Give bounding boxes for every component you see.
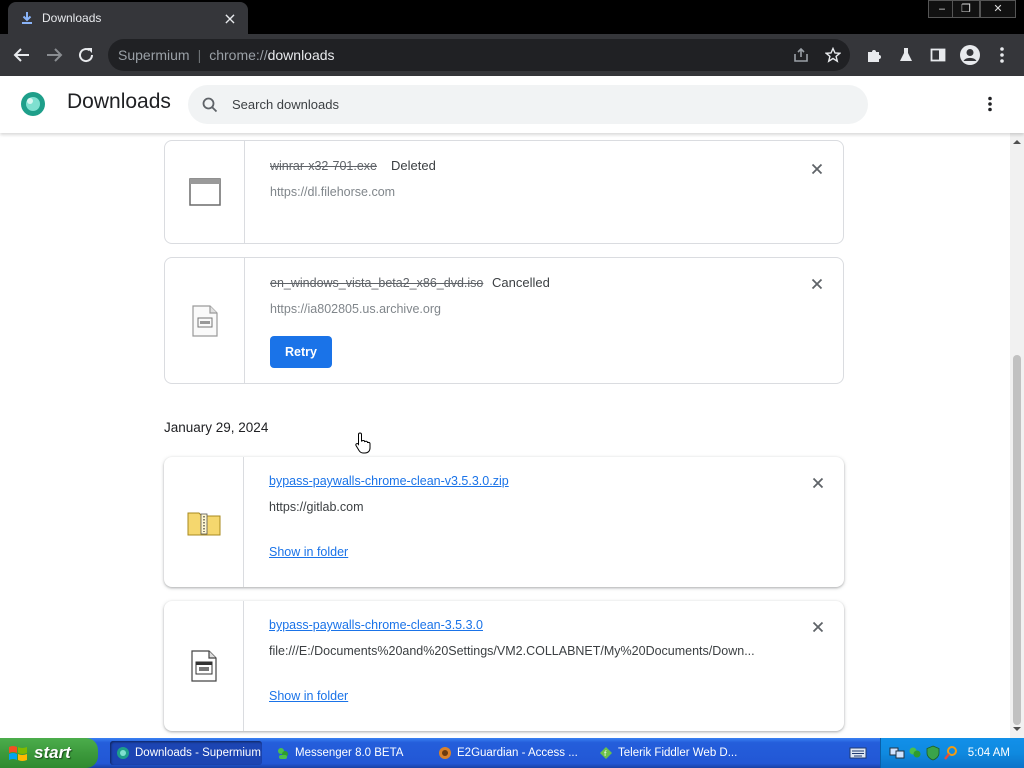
file-icon-column [165,258,245,383]
disc-image-file-icon [191,304,218,337]
search-icon [202,97,218,112]
tab-close-icon[interactable]: × [222,9,238,28]
file-icon-column [164,601,244,731]
taskbar-item-label: Downloads - Supermium [135,747,261,759]
labs-button[interactable] [892,41,920,69]
tab-title: Downloads [42,11,102,25]
avatar-icon [960,45,980,65]
reload-button[interactable] [72,41,100,69]
start-button[interactable]: start [0,738,98,768]
taskbar-item-fiddler[interactable]: f Telerik Fiddler Web D... [593,741,748,765]
download-url: https://ia802805.us.archive.org [270,302,441,316]
remove-close-icon[interactable] [809,276,825,292]
taskbar-item-messenger[interactable]: Messenger 8.0 BETA [270,741,425,765]
messenger-icon [278,748,288,759]
close-window-button[interactable]: ✕ [980,0,1016,18]
exe-file-icon [188,178,221,206]
file-name-link[interactable]: bypass-paywalls-chrome-clean-3.5.3.0 [269,618,483,632]
search-box[interactable] [188,85,868,124]
system-tray: 5:04 AM [880,738,1024,768]
taskbar-item-downloads[interactable]: Downloads - Supermium [110,741,262,765]
separator: | [197,47,202,63]
kebab-menu-icon [988,96,992,112]
url-path: downloads [267,47,335,63]
taskbar: start Downloads - Supermium Messenger 8.… [0,738,1024,768]
download-status: Cancelled [492,275,550,290]
tab-downloads[interactable]: Downloads × [8,2,248,34]
hand-cursor-icon [355,432,371,454]
download-item: bypass-paywalls-chrome-clean-3.5.3.0 fil… [164,601,844,731]
file-name: en_windows_vista_beta2_x86_dvd.iso [270,276,484,290]
file-icon-column [164,457,244,587]
zip-folder-icon [187,512,220,536]
taskbar-item-label: Telerik Fiddler Web D... [618,747,738,759]
bookmark-star-icon[interactable] [822,44,844,66]
scroll-up-arrow-icon[interactable] [1010,137,1024,147]
download-url: file:///E:/Documents%20and%20Settings/VM… [269,644,755,658]
kebab-menu-icon [1000,47,1004,63]
show-in-folder-link[interactable]: Show in folder [269,545,348,559]
supermium-logo-icon [21,92,45,116]
messenger-tray-icon[interactable] [907,745,923,761]
download-item: en_windows_vista_beta2_x86_dvd.iso Cance… [164,257,844,384]
share-icon[interactable] [790,44,812,66]
download-item: winrar-x32-701.exe Deleted https://dl.fi… [164,140,844,244]
download-url: https://gitlab.com [269,500,364,514]
page-title: Downloads [67,90,171,113]
side-panel-icon [930,48,946,62]
network-icon[interactable] [889,745,905,761]
download-item: bypass-paywalls-chrome-clean-v3.5.3.0.zi… [164,457,844,587]
date-heading: January 29, 2024 [164,420,269,435]
address-bar[interactable]: Supermium | chrome://downloads [108,39,850,71]
downloads-header: Downloads [0,76,1024,133]
file-icon-column [165,141,245,243]
remove-close-icon[interactable] [809,161,825,177]
profile-button[interactable] [956,41,984,69]
browser-menu-button[interactable] [988,41,1016,69]
supermium-icon [117,747,129,759]
tab-strip: Downloads × ‒ ❐ ✕ [0,0,1024,34]
windows-logo-icon [9,746,27,761]
arrow-left-icon [13,48,29,62]
fiddler-icon: f [600,747,612,759]
scrollbar-thumb[interactable] [1013,355,1021,725]
keyboard-language-icon[interactable] [849,746,867,760]
reload-icon [79,48,94,63]
site-label: Supermium [118,47,190,63]
page-scrollbar[interactable] [1010,133,1024,738]
security-shield-icon[interactable] [925,745,941,761]
taskbar-item-e2guardian[interactable]: E2Guardian - Access ... [432,741,587,765]
side-panel-button[interactable] [924,41,952,69]
remove-close-icon[interactable] [810,475,826,491]
url-scheme: chrome:// [209,47,268,63]
magnifier-tray-icon[interactable] [943,745,959,761]
taskbar-item-label: E2Guardian - Access ... [457,747,578,759]
scroll-down-arrow-icon[interactable] [1010,724,1024,734]
clock: 5:04 AM [967,747,1010,759]
puzzle-icon [868,50,881,62]
show-in-folder-link[interactable]: Show in folder [269,689,348,703]
downloads-list: winrar-x32-701.exe Deleted https://dl.fi… [0,133,1010,738]
flask-icon [900,48,912,61]
restore-button[interactable]: ❐ [952,0,980,18]
download-icon [22,12,32,24]
arrow-right-icon [47,48,63,62]
taskbar-item-label: Messenger 8.0 BETA [295,747,404,759]
retry-button[interactable]: Retry [270,336,332,368]
file-name-link[interactable]: bypass-paywalls-chrome-clean-v3.5.3.0.zi… [269,474,509,488]
extensions-button[interactable] [860,41,888,69]
download-url: https://dl.filehorse.com [270,185,396,199]
download-status: Deleted [391,158,436,173]
browser-toolbar: Supermium | chrome://downloads [0,34,1024,76]
downloads-menu-button[interactable] [979,93,1001,115]
file-name: winrar-x32-701.exe [270,159,377,173]
forward-button[interactable] [40,41,68,69]
remove-close-icon[interactable] [810,619,826,635]
start-label: start [34,743,71,762]
browser-window-icon [439,747,451,759]
search-input[interactable] [232,97,832,112]
generic-file-icon [190,650,217,682]
back-button[interactable] [8,41,36,69]
